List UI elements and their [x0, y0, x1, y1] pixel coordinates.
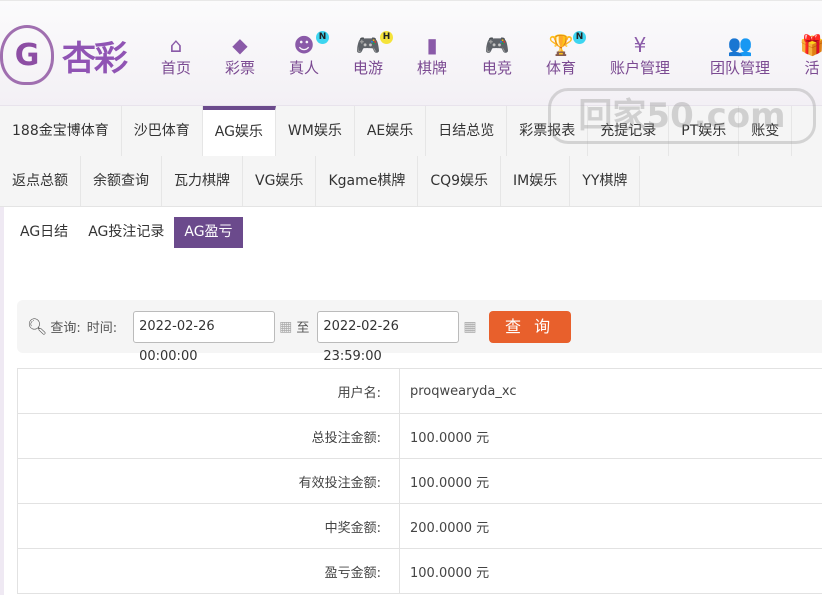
- nav-item[interactable]: ◆ 彩票: [225, 33, 255, 78]
- subtab[interactable]: AG投注记录: [78, 217, 174, 248]
- nav-label: 彩票: [224, 59, 256, 77]
- nav-label: 电游: [352, 59, 384, 77]
- tab[interactable]: 余额查询: [81, 156, 162, 206]
- nav-label: 活: [804, 59, 820, 77]
- badge: N: [316, 31, 330, 44]
- gamepad-icon: 🎮: [484, 33, 510, 57]
- subtabs: AG日结 AG投注记录 AG盈亏: [10, 217, 243, 248]
- search-icon: 🔍︎: [27, 317, 48, 336]
- table-row: 盈亏金额: 100.0000 元: [17, 548, 822, 594]
- nav-label: 团队管理: [709, 59, 771, 77]
- row-value: 200.0000 元: [399, 503, 822, 549]
- nav-label: 账户管理: [609, 59, 671, 77]
- tab[interactable]: WM娱乐: [276, 106, 355, 156]
- trophy-icon: 🏆 N: [546, 31, 587, 57]
- nav-label: 棋牌: [416, 59, 448, 77]
- row-value: 100.0000 元: [399, 458, 822, 504]
- table-row: 总投注金额: 100.0000 元: [17, 413, 822, 459]
- end-time-input[interactable]: 2022-02-26 23:59:00: [317, 310, 460, 364]
- nav-item[interactable]: 🏆 N 体育: [545, 31, 587, 78]
- table-row: 中奖金额: 200.0000 元: [17, 503, 822, 549]
- query-button[interactable]: 查 询: [488, 310, 571, 343]
- time-label: 时间:: [86, 321, 118, 336]
- row-label: 中奖金额:: [17, 503, 400, 549]
- tab[interactable]: 返点总额: [0, 156, 81, 206]
- tab[interactable]: YY棋牌: [570, 156, 641, 206]
- nav-item[interactable]: 👥 团队管理: [710, 33, 770, 78]
- tabs-row-2: 返点总额 余额查询 瓦力棋牌 VG娱乐 Kgame棋牌 CQ9娱乐 IM娱乐 YY棋牌: [0, 156, 822, 207]
- team-icon: 👥: [727, 33, 753, 57]
- nav-label: 首页: [160, 59, 192, 77]
- row-value: proqwearyda_xc: [399, 368, 822, 414]
- tab[interactable]: Kgame棋牌: [316, 156, 419, 206]
- nav-label: 体育: [545, 59, 577, 77]
- row-label: 用户名:: [17, 368, 400, 414]
- yen-icon: ¥: [633, 33, 647, 57]
- row-label: 总投注金额:: [17, 413, 400, 459]
- badge: N: [573, 31, 587, 44]
- subtab[interactable]: AG日结: [10, 217, 78, 248]
- row-label: 有效投注金额:: [17, 458, 400, 504]
- tab[interactable]: 188金宝博体育: [0, 106, 122, 156]
- tab[interactable]: VG娱乐: [243, 156, 317, 206]
- calendar-icon[interactable]: ▦: [279, 319, 292, 335]
- home-icon: ⌂: [169, 33, 183, 57]
- nav-item[interactable]: ▮ 棋牌: [417, 33, 447, 78]
- table-row: 用户名: proqwearyda_xc: [17, 368, 822, 414]
- logo-text: 杏彩: [62, 38, 128, 79]
- logo-mark: G: [0, 25, 54, 85]
- gift-icon: 🎁: [799, 33, 822, 57]
- nav-item[interactable]: ☻ N 真人: [288, 31, 330, 78]
- nav-item[interactable]: 🎁 活: [800, 33, 822, 78]
- search-bar: 🔍︎ 查询: 时间: 2022-02-26 00:00:00 ▦ 至 2022-…: [17, 300, 822, 364]
- nav-item[interactable]: ⌂ 首页: [161, 33, 191, 78]
- ticket-icon: ◆: [232, 33, 248, 57]
- watermark: 回家50.com: [548, 88, 816, 144]
- start-time-input[interactable]: 2022-02-26 00:00:00: [133, 310, 276, 364]
- table-row: 有效投注金额: 100.0000 元: [17, 458, 822, 504]
- gamepad-icon: 🎮 H: [353, 31, 394, 57]
- summary-table: 用户名: proqwearyda_xc 总投注金额: 100.0000 元有效投注金额…: [17, 368, 822, 594]
- nav-label: 真人: [288, 59, 320, 77]
- calendar-icon[interactable]: ▦: [463, 319, 476, 335]
- tab[interactable]: 瓦力棋牌: [162, 156, 243, 206]
- tab[interactable]: IM娱乐: [501, 156, 571, 206]
- row-value: 100.0000 元: [399, 413, 822, 459]
- cards-icon: ▮: [426, 33, 438, 57]
- nav-item[interactable]: 🎮 电竞: [482, 33, 512, 78]
- logo[interactable]: G 杏彩: [0, 25, 128, 85]
- nav-label: 电竞: [481, 59, 513, 77]
- nav-item[interactable]: ¥ 账户管理: [610, 33, 670, 78]
- tab[interactable]: CQ9娱乐: [418, 156, 502, 206]
- dealer-icon: ☻ N: [289, 31, 330, 57]
- tab[interactable]: AG娱乐: [202, 106, 276, 156]
- tab[interactable]: 沙巴体育: [122, 106, 203, 156]
- row-value: 100.0000 元: [399, 548, 822, 594]
- row-label: 盈亏金额:: [17, 548, 400, 594]
- tab[interactable]: AE娱乐: [355, 106, 427, 156]
- tab[interactable]: 日结总览: [426, 106, 508, 156]
- nav-item[interactable]: 🎮 H 电游: [352, 31, 394, 78]
- to-label: 至: [296, 321, 310, 336]
- subtab[interactable]: AG盈亏: [174, 217, 243, 248]
- query-label: 查询:: [50, 321, 81, 336]
- badge: H: [380, 31, 394, 44]
